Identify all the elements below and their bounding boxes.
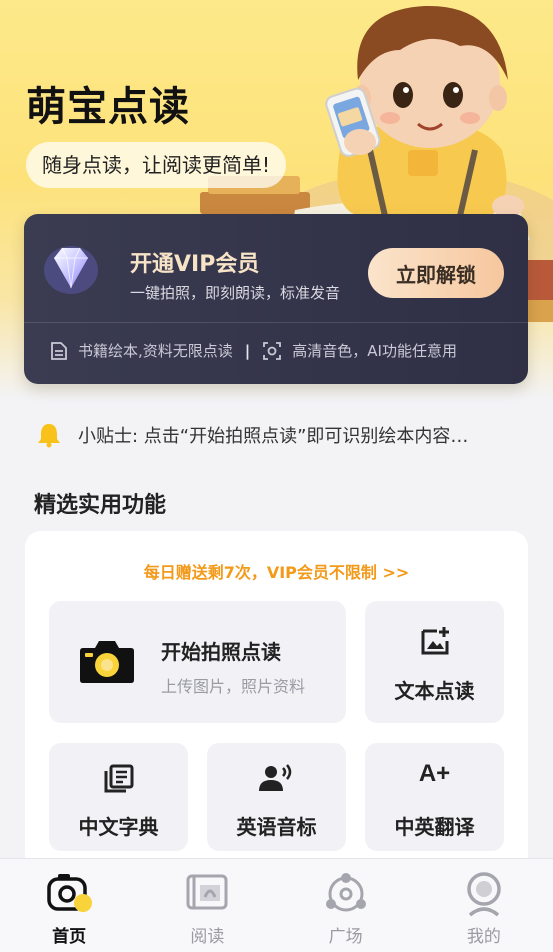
bottom-tab-bar: 首页 阅读 广场 我的 — [0, 858, 553, 952]
translate-label: 中英翻译 — [394, 815, 475, 839]
daily-quota-link[interactable]: 每日赠送剩7次，VIP会员不限制 >> — [25, 559, 528, 583]
font-size-icon: A+ — [418, 760, 451, 787]
tab-square-label: 广场 — [328, 927, 363, 947]
tab-home[interactable]: 首页 — [0, 859, 138, 952]
slogan: 随身点读，让阅读更简单! — [26, 142, 287, 188]
image-add-icon — [421, 627, 449, 655]
tab-reading-label: 阅读 — [190, 927, 225, 947]
tab-reading[interactable]: 阅读 — [138, 859, 276, 952]
perk-unlimited-reading: 书籍绘本,资料无限点读 — [78, 342, 233, 360]
tab-square[interactable]: 广场 — [277, 859, 415, 952]
tip-bar[interactable]: 小贴士: 点击“开始拍照点读”即可识别绘本内容… — [36, 422, 516, 448]
photo-read-tile[interactable]: 开始拍照点读 上传图片，照片资料 — [49, 601, 346, 723]
photo-read-label: 开始拍照点读 — [161, 640, 281, 664]
book-stack-icon — [104, 764, 133, 793]
translate-tile[interactable]: A+ 中英翻译 — [365, 743, 504, 851]
perk-ai-voice: 高清音色，AI功能任意用 — [292, 342, 457, 360]
profile-icon — [467, 872, 501, 917]
unlock-button[interactable]: 立即解锁 — [368, 248, 504, 298]
vip-divider — [24, 322, 528, 323]
tab-mine-label: 我的 — [466, 927, 501, 947]
dictionary-tile[interactable]: 中文字典 — [49, 743, 188, 851]
features-panel: 每日赠送剩7次，VIP会员不限制 >> 开始拍照点读 上传图片，照片资料 文本点… — [25, 531, 528, 871]
camera-icon — [80, 641, 134, 683]
text-read-label: 文本点读 — [394, 679, 475, 703]
document-icon — [51, 341, 67, 360]
app-title: 萌宝点读 — [26, 84, 190, 130]
vip-perks: 书籍绘本,资料无限点读 | 高清音色，AI功能任意用 — [50, 340, 510, 361]
perk-separator: | — [244, 341, 251, 360]
phonetic-label: 英语音标 — [236, 815, 317, 839]
phonetic-tile[interactable]: 英语音标 — [207, 743, 346, 851]
tip-text: 小贴士: 点击“开始拍照点读”即可识别绘本内容… — [78, 426, 469, 447]
scan-icon — [263, 341, 282, 360]
photo-read-desc: 上传图片，照片资料 — [161, 677, 306, 696]
vip-card[interactable]: 开通VIP会员 一键拍照，即刻朗读，标准发音 立即解锁 书籍绘本,资料无限点读 … — [24, 214, 528, 384]
diamond-icon — [44, 246, 98, 294]
reading-icon — [186, 874, 228, 910]
section-title: 精选实用功能 — [34, 493, 167, 518]
tab-mine[interactable]: 我的 — [415, 859, 553, 952]
tab-home-label: 首页 — [52, 927, 87, 947]
vip-title: 开通VIP会员 — [130, 252, 260, 277]
home-camera-icon — [47, 874, 93, 912]
bell-icon — [38, 424, 60, 448]
dictionary-label: 中文字典 — [78, 815, 159, 839]
vip-subtitle: 一键拍照，即刻朗读，标准发音 — [130, 284, 341, 302]
share-icon — [325, 873, 366, 912]
speaker-person-icon — [258, 764, 291, 791]
text-read-tile[interactable]: 文本点读 — [365, 601, 504, 723]
